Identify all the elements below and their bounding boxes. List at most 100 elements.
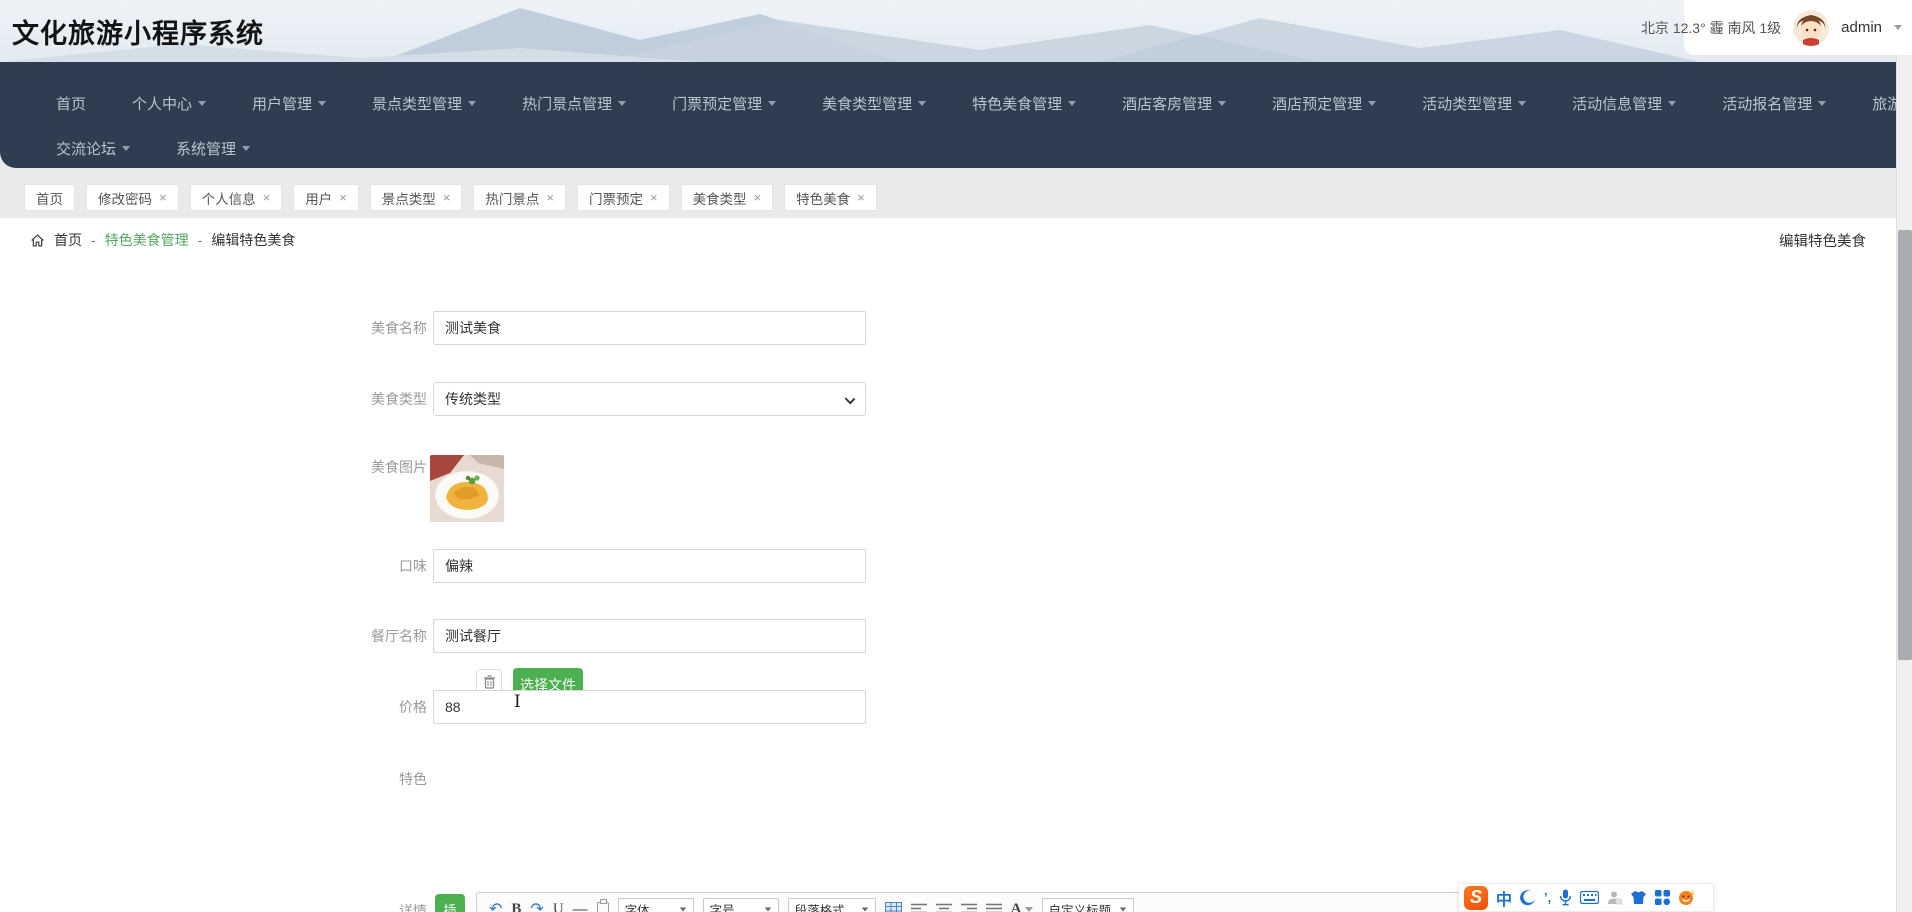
paste-icon[interactable]	[596, 898, 609, 912]
paragraph-format-select[interactable]: 段落格式	[787, 897, 876, 912]
caret-down-icon	[764, 907, 771, 911]
nav-food-type-mgmt[interactable]: 美食类型管理	[822, 93, 927, 114]
price-input[interactable]	[433, 690, 866, 724]
ime-account-icon[interactable]	[1607, 890, 1623, 905]
caret-down-icon	[768, 100, 777, 106]
sogou-ime-bar: S 中 ’,	[1458, 883, 1714, 912]
ime-emoji-icon[interactable]	[1678, 889, 1696, 906]
tab-hot-scenic[interactable]: 热门景点 ×	[473, 184, 566, 211]
nav-personal-center[interactable]: 个人中心	[132, 93, 207, 114]
nav-activity-signup-mgmt[interactable]: 活动报名管理	[1722, 93, 1827, 114]
ime-skin-icon[interactable]	[1630, 890, 1647, 905]
tab-special-food[interactable]: 特色美食 ×	[784, 184, 877, 211]
food-type-select[interactable]: 传统类型	[433, 382, 866, 416]
ime-moon-icon[interactable]	[1520, 889, 1536, 906]
editor-insert-button[interactable]: 插	[435, 894, 465, 912]
chevron-down-icon	[844, 393, 856, 405]
caret-down-icon	[1119, 907, 1126, 911]
tab-change-password[interactable]: 修改密码 ×	[86, 184, 179, 211]
price-label: 价格	[399, 699, 427, 715]
close-icon[interactable]: ×	[159, 190, 167, 205]
insert-table-icon[interactable]	[884, 902, 902, 912]
ime-toolbox-icon[interactable]	[1655, 890, 1671, 905]
close-icon[interactable]: ×	[339, 190, 347, 205]
caret-down-icon	[918, 100, 927, 106]
close-icon[interactable]: ×	[857, 190, 865, 205]
font-family-select[interactable]: 字体	[617, 897, 694, 912]
nav-system-mgmt[interactable]: 系统管理	[176, 138, 251, 159]
user-caret-down-icon[interactable]	[1894, 25, 1902, 30]
align-right-icon[interactable]	[960, 903, 977, 912]
breadcrumb: 首页 - 特色美食管理 - 编辑特色美食	[30, 230, 295, 250]
ime-keyboard-icon[interactable]	[1580, 891, 1600, 904]
ime-microphone-icon[interactable]	[1559, 889, 1572, 906]
close-icon[interactable]: ×	[754, 190, 762, 205]
restaurant-label: 餐厅名称	[371, 628, 427, 644]
nav-home[interactable]: 首页	[56, 93, 86, 114]
taste-label: 口味	[399, 558, 427, 574]
nav-hotel-room-mgmt[interactable]: 酒店客房管理	[1122, 93, 1227, 114]
underline-icon[interactable]: U	[553, 901, 564, 912]
main-navbar: 首页 个人中心 用户管理 景点类型管理 热门景点管理 门票预定管理 美食类型管理…	[0, 62, 1912, 168]
ime-punctuation-icon[interactable]: ’,	[1544, 890, 1551, 905]
align-center-icon[interactable]	[935, 903, 952, 912]
breadcrumb-section-link[interactable]: 特色美食管理	[105, 230, 189, 250]
restaurant-input[interactable]	[433, 619, 866, 653]
nav-activity-info-mgmt[interactable]: 活动信息管理	[1572, 93, 1677, 114]
align-justify-icon[interactable]	[985, 903, 1002, 912]
font-size-select[interactable]: 字号	[702, 897, 779, 912]
tab-ticket-booking[interactable]: 门票预定 ×	[576, 184, 670, 211]
undo-icon[interactable]: ↶	[489, 899, 502, 912]
app-title: 文化旅游小程序系统	[12, 19, 264, 49]
redo-icon[interactable]: ↷	[530, 899, 543, 912]
nav-activity-type-mgmt[interactable]: 活动类型管理	[1422, 93, 1527, 114]
close-icon[interactable]: ×	[650, 190, 658, 205]
trash-icon	[483, 675, 495, 689]
font-color-button[interactable]: A	[1011, 901, 1033, 912]
close-icon[interactable]: ×	[263, 190, 271, 205]
caret-down-icon	[198, 100, 207, 106]
nav-forum[interactable]: 交流论坛	[56, 138, 131, 159]
vertical-scrollbar[interactable]	[1896, 55, 1912, 912]
caret-down-icon	[1818, 100, 1827, 106]
nav-user-mgmt[interactable]: 用户管理	[252, 93, 327, 114]
caret-down-icon	[1024, 906, 1033, 912]
food-name-input[interactable]	[433, 311, 866, 345]
caret-down-icon	[242, 145, 251, 151]
nav-special-food-mgmt[interactable]: 特色美食管理	[972, 93, 1077, 114]
nav-ticket-booking-mgmt[interactable]: 门票预定管理	[672, 93, 777, 114]
page: 文化旅游小程序系统 北京 12.3° 霾 南风 1级 admin 首页 个人中心…	[0, 0, 1912, 912]
weather-text: 北京 12.3° 霾 南风 1级	[1640, 19, 1782, 36]
caret-down-icon	[122, 145, 131, 151]
nav-hotel-booking-mgmt[interactable]: 酒店预定管理	[1272, 93, 1377, 114]
nav-scenic-type-mgmt[interactable]: 景点类型管理	[372, 93, 477, 114]
tab-home[interactable]: 首页	[24, 184, 75, 211]
avatar[interactable]	[1793, 9, 1830, 46]
close-icon[interactable]: ×	[443, 190, 451, 205]
food-image-thumbnail[interactable]	[430, 455, 504, 522]
feature-label: 特色	[399, 771, 427, 787]
sogou-logo-icon[interactable]: S	[1464, 885, 1488, 910]
breadcrumb-current: 编辑特色美食	[211, 232, 296, 248]
breadcrumb-home[interactable]: 首页	[54, 230, 82, 250]
tab-user[interactable]: 用户 ×	[293, 184, 359, 211]
tab-food-type[interactable]: 美食类型 ×	[680, 184, 774, 211]
ime-chinese-mode-icon[interactable]: 中	[1496, 886, 1512, 910]
horizontal-rule-icon[interactable]: —	[573, 901, 588, 912]
open-tabs-bar: 首页 修改密码 × 个人信息 × 用户 × 景点类型 × 热门景点 × 门票预定 × 美食类…	[24, 184, 877, 211]
mountain-banner-image	[0, 8, 1700, 62]
username[interactable]: admin	[1841, 19, 1882, 36]
scrollbar-thumb[interactable]	[1898, 230, 1912, 660]
food-image-label: 美食图片	[371, 459, 427, 475]
tab-personal-info[interactable]: 个人信息 ×	[189, 184, 283, 211]
close-icon[interactable]: ×	[546, 190, 554, 205]
home-icon	[31, 233, 44, 247]
custom-title-select[interactable]: 自定义标题	[1041, 897, 1134, 912]
caret-down-icon	[1668, 100, 1677, 106]
align-left-icon[interactable]	[910, 903, 927, 912]
taste-input[interactable]	[433, 549, 866, 583]
bold-icon[interactable]: B	[511, 901, 521, 912]
nav-hot-scenic-mgmt[interactable]: 热门景点管理	[522, 93, 627, 114]
tab-scenic-type[interactable]: 景点类型 ×	[369, 184, 463, 211]
page-title: 编辑特色美食	[1779, 234, 1866, 250]
